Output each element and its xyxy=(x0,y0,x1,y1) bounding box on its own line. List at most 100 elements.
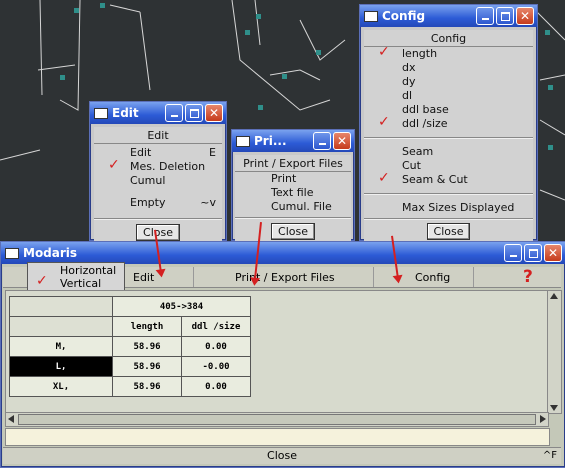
close-icon: ✕ xyxy=(519,9,531,23)
menu-item-label: dl xyxy=(402,89,413,102)
print-window-title: Pri... xyxy=(254,134,287,148)
minimize-icon xyxy=(509,255,517,257)
maximize-icon xyxy=(500,11,510,21)
maximize-button[interactable] xyxy=(185,104,203,122)
close-icon: ✕ xyxy=(208,106,220,120)
window-icon xyxy=(236,135,250,147)
print-menu-item-text-file[interactable]: Text file xyxy=(235,186,351,200)
checkmark-icon: ✓ xyxy=(378,114,390,130)
minimize-button[interactable] xyxy=(165,104,183,122)
scroll-right-icon[interactable] xyxy=(540,415,546,423)
menu-item-label: length xyxy=(402,47,438,60)
scroll-left-icon[interactable] xyxy=(8,415,14,423)
table-top-header: 405->384 xyxy=(112,296,251,317)
config-menu-item-seam[interactable]: Seam xyxy=(364,145,533,159)
menu-item-label: Empty xyxy=(130,196,166,209)
config-menu-item-dx[interactable]: dx xyxy=(364,61,533,75)
ddl-cell: -0.00 xyxy=(181,356,251,377)
checkmark-icon: ✓ xyxy=(108,157,120,173)
edit-menu-item-cumul[interactable]: Cumul xyxy=(94,174,222,188)
config-menu-item-ddl-size[interactable]: ✓ ddl /size xyxy=(364,114,533,131)
edit-window-titlebar[interactable]: Edit ✕ xyxy=(90,102,226,124)
scroll-up-icon[interactable] xyxy=(550,293,558,299)
close-window-button[interactable]: ✕ xyxy=(544,244,562,262)
menu-separator xyxy=(373,267,374,287)
table-row[interactable]: L, 58.96 -0.00 xyxy=(9,356,251,377)
modaris-title: Modaris xyxy=(23,246,78,260)
vertical-scrollbar[interactable] xyxy=(547,290,562,414)
edit-menu-item-empty[interactable]: Empty ~v xyxy=(94,196,222,210)
print-window: Pri... ✕ Print / Export Files Print Text… xyxy=(231,129,355,243)
minimize-icon xyxy=(170,115,178,117)
menu-separator xyxy=(473,267,474,287)
minimize-button[interactable] xyxy=(476,7,494,25)
shortcut-label: ^F xyxy=(542,450,557,461)
help-icon[interactable]: ? xyxy=(523,267,533,287)
window-icon xyxy=(5,247,19,259)
close-window-button[interactable]: ✕ xyxy=(333,132,351,150)
table-row[interactable]: XL, 58.96 0.00 xyxy=(9,376,251,397)
main-close-button[interactable]: Close xyxy=(267,449,297,462)
maximize-icon xyxy=(189,108,199,118)
orientation-vertical[interactable]: ✓ Vertical xyxy=(30,273,120,290)
ddl-cell: 0.00 xyxy=(181,376,251,397)
minimize-button[interactable] xyxy=(504,244,522,262)
ddl-cell: 0.00 xyxy=(181,336,251,357)
column-header-length: length xyxy=(112,316,182,337)
size-cell[interactable]: M, xyxy=(9,336,113,357)
length-cell: 58.96 xyxy=(112,336,182,357)
modaris-titlebar[interactable]: Modaris ✕ xyxy=(1,242,565,264)
menu-divider xyxy=(235,217,351,219)
scroll-down-icon[interactable] xyxy=(550,405,558,411)
scroll-thumb[interactable] xyxy=(18,414,536,425)
maximize-button[interactable] xyxy=(524,244,542,262)
command-input[interactable] xyxy=(5,428,550,446)
minimize-icon xyxy=(318,143,326,145)
print-window-titlebar[interactable]: Pri... ✕ xyxy=(232,130,354,152)
edit-close-button[interactable]: Close xyxy=(136,224,180,241)
config-window-titlebar[interactable]: Config ✕ xyxy=(360,5,537,27)
close-window-button[interactable]: ✕ xyxy=(205,104,223,122)
checkmark-icon: ✓ xyxy=(378,44,390,60)
table-row[interactable]: M, 58.96 0.00 xyxy=(9,336,251,357)
edit-menu-item-mes-deletion[interactable]: ✓ Mes. Deletion xyxy=(94,157,222,174)
menu-item-label: dy xyxy=(402,75,416,88)
config-window: Config ✕ Config ✓ length dx dy dl ddl bas… xyxy=(359,4,538,243)
checkmark-icon: ✓ xyxy=(378,170,390,186)
menu-divider xyxy=(364,218,533,220)
config-menu-item-dy[interactable]: dy xyxy=(364,75,533,89)
measurement-table: 405->384 length ddl /size M, 58.96 0.00 … xyxy=(9,296,251,397)
config-menu-item-dl[interactable]: dl xyxy=(364,89,533,103)
menu-edit[interactable]: Edit xyxy=(133,271,154,284)
menu-item-label: ddl base xyxy=(402,103,449,116)
menu-item-shortcut: ~v xyxy=(200,196,216,209)
menu-divider xyxy=(364,137,533,139)
menu-config[interactable]: Config xyxy=(415,271,450,284)
menu-item-label: dx xyxy=(402,61,416,74)
menu-item-shortcut: E xyxy=(209,146,216,159)
size-cell-selected[interactable]: L, xyxy=(9,356,113,377)
size-cell[interactable]: XL, xyxy=(9,376,113,397)
config-close-button[interactable]: Close xyxy=(426,223,471,240)
config-menu-item-seam-cut[interactable]: ✓ Seam & Cut xyxy=(364,170,533,187)
checkmark-icon: ✓ xyxy=(36,273,48,289)
main-close-bar[interactable]: Close ^F xyxy=(3,447,561,464)
horizontal-scrollbar[interactable] xyxy=(5,412,549,427)
config-menu-item-max-sizes[interactable]: Max Sizes Displayed xyxy=(364,201,533,215)
edit-menu-header: Edit xyxy=(94,127,222,144)
menu-item-label: Cut xyxy=(402,159,421,172)
config-menu-item-length[interactable]: ✓ length xyxy=(364,44,533,61)
config-window-title: Config xyxy=(382,9,426,23)
menu-item-label: Cumul xyxy=(130,174,166,187)
close-window-button[interactable]: ✕ xyxy=(516,7,534,25)
table-corner-cell xyxy=(9,296,113,317)
orientation-horizontal[interactable]: Horizontal xyxy=(60,264,116,277)
print-menu-item-cumul-file[interactable]: Cumul. File xyxy=(235,200,351,214)
menu-item-label: Vertical xyxy=(60,277,102,290)
print-close-button[interactable]: Close xyxy=(271,223,315,240)
menu-item-label: Print xyxy=(271,172,297,185)
minimize-button[interactable] xyxy=(313,132,331,150)
print-menu-item-print[interactable]: Print xyxy=(235,172,351,186)
menu-separator xyxy=(193,267,194,287)
maximize-button[interactable] xyxy=(496,7,514,25)
